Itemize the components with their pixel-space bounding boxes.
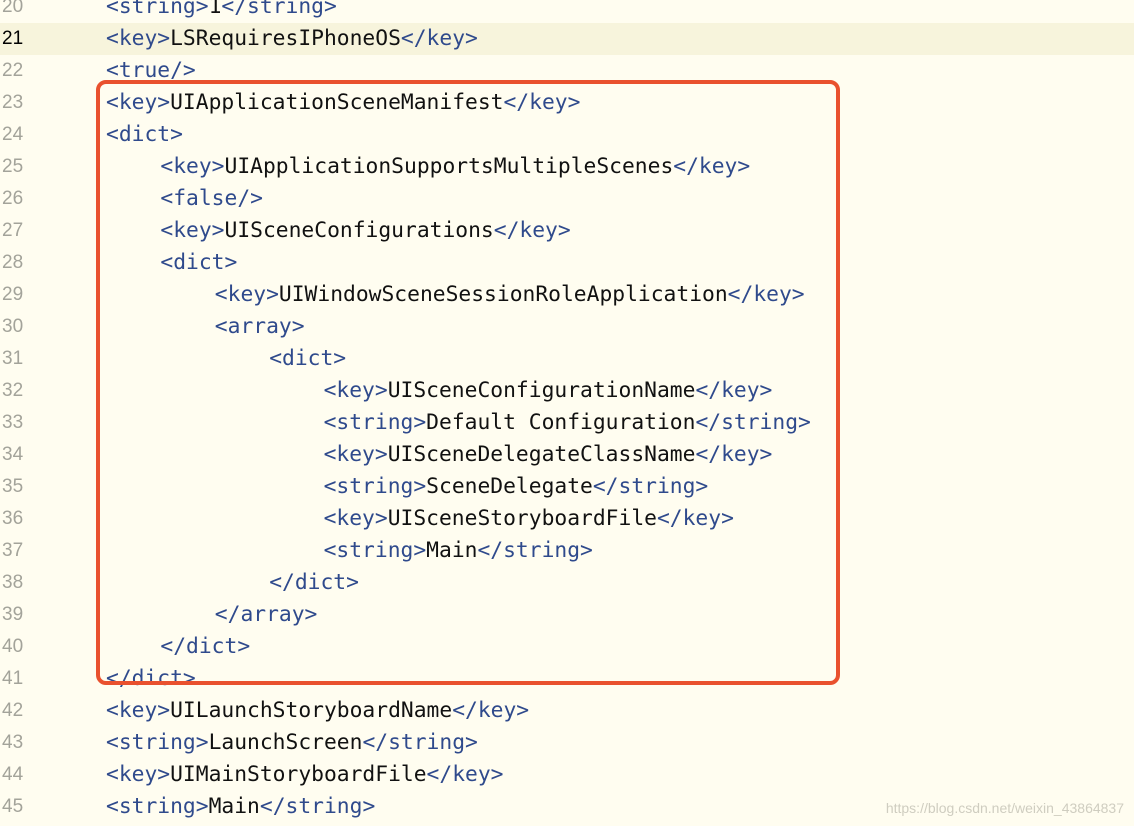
xml-value-text: 1	[208, 0, 222, 19]
xml-close-tag: </key>	[400, 26, 478, 51]
line-number: 22	[2, 60, 24, 81]
line-number: 42	[2, 700, 24, 721]
line-number: 28	[2, 252, 24, 273]
line-number: 40	[2, 636, 24, 657]
code-content: <key>UIMainStoryboardFile</key>	[106, 759, 503, 791]
line-number: 24	[2, 124, 24, 145]
line-number: 35	[2, 476, 24, 497]
code-content: <string>Main</string>	[106, 791, 375, 823]
xml-open-tag: <string>	[106, 0, 209, 19]
xml-open-tag: <key>	[106, 762, 171, 787]
line-number: 27	[2, 220, 24, 241]
line-number: 34	[2, 444, 24, 465]
code-line[interactable]: 42 <key>UILaunchStoryboardName</key>	[0, 695, 1134, 727]
line-number: 23	[2, 92, 24, 113]
xml-value-text: LaunchScreen	[208, 730, 363, 755]
line-number: 41	[2, 668, 24, 689]
xml-open-tag: <key>	[106, 698, 171, 723]
code-line[interactable]: 44 <key>UIMainStoryboardFile</key>	[0, 759, 1134, 791]
xml-close-tag: </key>	[426, 762, 504, 787]
code-line[interactable]: 21 <key>LSRequiresIPhoneOS</key>	[0, 23, 1134, 55]
line-number: 43	[2, 732, 24, 753]
line-number: 45	[2, 796, 24, 817]
code-content: <key>UILaunchStoryboardName</key>	[106, 695, 529, 727]
xml-close-tag: </key>	[452, 698, 530, 723]
line-number: 44	[2, 764, 24, 785]
code-content: <string>LaunchScreen</string>	[106, 727, 478, 759]
line-number: 29	[2, 284, 24, 305]
code-line[interactable]: 20 <string>1</string>	[0, 0, 1134, 23]
line-number: 21	[2, 28, 24, 49]
xml-value-text: LSRequiresIPhoneOS	[170, 26, 401, 51]
line-number: 31	[2, 348, 24, 369]
highlight-annotation-box	[96, 80, 840, 685]
xml-value-text: Main	[208, 794, 260, 819]
xml-open-tag: <string>	[106, 794, 209, 819]
code-content: <key>LSRequiresIPhoneOS</key>	[106, 23, 478, 55]
line-number: 36	[2, 508, 24, 529]
line-number: 32	[2, 380, 24, 401]
line-number: 20	[2, 0, 24, 17]
line-number: 37	[2, 540, 24, 561]
xml-open-tag: <string>	[106, 730, 209, 755]
xml-close-tag: </string>	[362, 730, 478, 755]
xml-close-tag: </string>	[221, 0, 337, 19]
line-number: 30	[2, 316, 24, 337]
code-content: <string>1</string>	[106, 0, 337, 23]
line-number: 25	[2, 156, 24, 177]
line-number: 33	[2, 412, 24, 433]
code-editor[interactable]: 20 <string>1</string> 21 <key>LSRequiresIPh…	[0, 0, 1134, 826]
line-number: 38	[2, 572, 24, 593]
watermark: https://blog.csdn.net/weixin_43864837	[885, 800, 1124, 816]
code-line[interactable]: 43 <string>LaunchScreen</string>	[0, 727, 1134, 759]
xml-open-tag: <key>	[106, 26, 171, 51]
line-number: 26	[2, 188, 24, 209]
line-number: 39	[2, 604, 24, 625]
xml-close-tag: </string>	[259, 794, 376, 819]
xml-value-text: UILaunchStoryboardName	[170, 698, 453, 723]
xml-value-text: UIMainStoryboardFile	[170, 762, 427, 787]
